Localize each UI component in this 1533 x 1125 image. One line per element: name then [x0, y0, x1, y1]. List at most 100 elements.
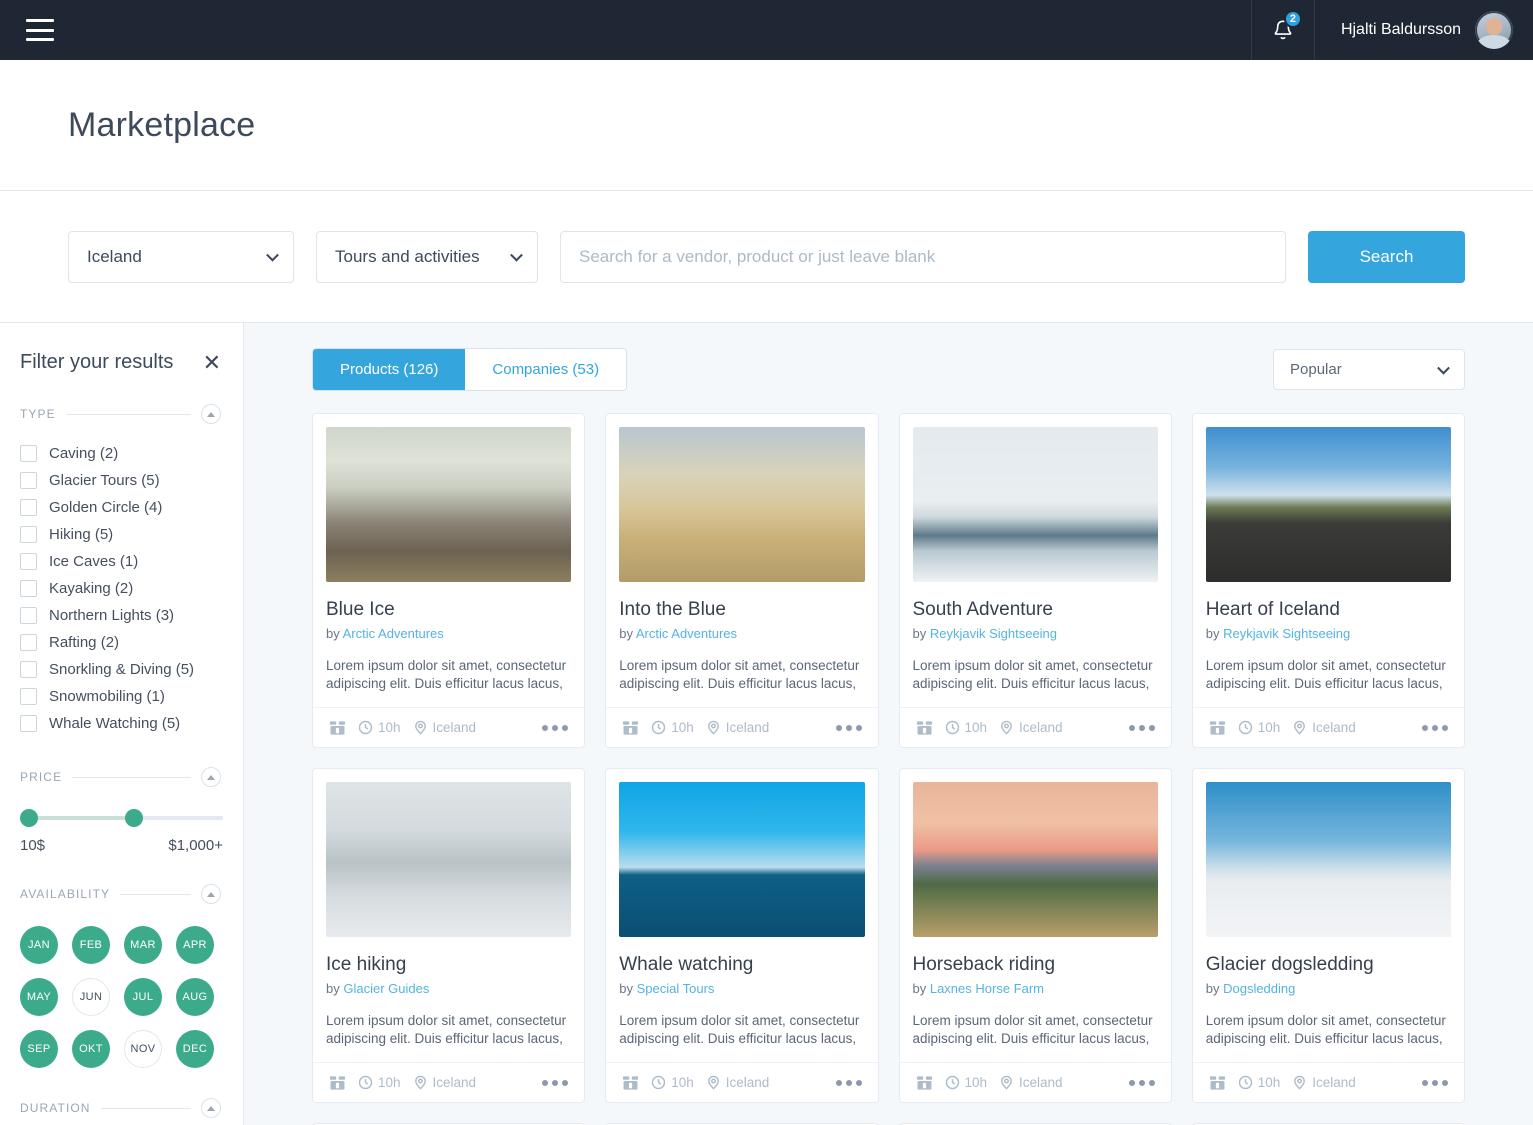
chevron-up-icon: [207, 411, 215, 417]
price-slider-min-handle[interactable]: [20, 809, 38, 827]
more-options-icon[interactable]: [1422, 1079, 1448, 1086]
product-title: Horseback riding: [912, 954, 1056, 975]
checkbox[interactable]: [20, 499, 37, 516]
product-card[interactable]: Glacier dogsledding by Dogsledding Lorem i…: [1191, 768, 1465, 1103]
product-vendor-line: by Arctic Adventures: [619, 626, 864, 641]
month-toggle-nov[interactable]: NOV: [124, 1030, 162, 1068]
month-label: NOV: [130, 1043, 156, 1055]
close-icon[interactable]: ✕: [203, 351, 221, 374]
filter-sidebar: Filter your results ✕ TYPE Caving (2) Gla…: [0, 323, 244, 1125]
product-card[interactable]: Heart of Iceland by Reykjavik Sightseeing…: [1191, 413, 1465, 748]
type-filter-option[interactable]: Rafting (2): [20, 629, 223, 656]
divider: [100, 1107, 191, 1109]
product-description: Lorem ipsum dolor sit amet, consectetur …: [619, 658, 860, 692]
type-filter-option[interactable]: Caving (2): [20, 440, 223, 467]
type-filter-option[interactable]: Snorkling & Diving (5): [20, 656, 223, 683]
type-filter-option[interactable]: Glacier Tours (5): [20, 467, 223, 494]
product-title: Ice hiking: [326, 954, 407, 975]
month-toggle-aug[interactable]: AUG: [176, 978, 214, 1016]
product-vendor-line: by Arctic Adventures: [326, 626, 571, 641]
checkbox[interactable]: [20, 553, 37, 570]
type-filter-option[interactable]: Snowmobiling (1): [20, 683, 223, 710]
product-card[interactable]: Blue Ice by Arctic Adventures Lorem ipsum …: [312, 413, 586, 748]
month-toggle-okt[interactable]: OKT: [72, 1030, 110, 1068]
checkbox[interactable]: [20, 445, 37, 462]
more-options-icon[interactable]: [1128, 1079, 1155, 1086]
location-label: Iceland: [1312, 720, 1356, 735]
checkbox[interactable]: [20, 526, 37, 543]
sort-select[interactable]: Popular: [1273, 349, 1465, 390]
more-options-icon[interactable]: [835, 724, 862, 731]
collapse-type-button[interactable]: [201, 404, 221, 424]
checkbox[interactable]: [20, 715, 37, 732]
collapse-duration-button[interactable]: [201, 1098, 221, 1118]
checkbox[interactable]: [20, 661, 37, 678]
product-card[interactable]: Whale watching by Special Tours Lorem ipsu…: [605, 768, 879, 1103]
month-toggle-jul[interactable]: JUL: [124, 978, 162, 1016]
page-title: Marketplace: [68, 105, 256, 144]
type-filter-option[interactable]: Golden Circle (4): [20, 494, 223, 521]
more-options-icon[interactable]: [542, 1079, 569, 1086]
vendor-link[interactable]: Reykjavik Sightseeing: [1223, 626, 1350, 641]
collapse-availability-button[interactable]: [201, 884, 221, 904]
topbar-right-group: 2 Hjalti Baldursson: [1250, 0, 1533, 60]
product-card[interactable]: Into the Blue by Arctic Adventures Lorem i…: [605, 413, 879, 748]
month-label: JUN: [79, 991, 103, 1003]
notifications-button[interactable]: 2: [1250, 0, 1315, 60]
vendor-link[interactable]: Laxnes Horse Farm: [930, 981, 1044, 996]
tab-companies[interactable]: Companies (53): [465, 349, 627, 390]
month-toggle-sep[interactable]: SEP: [20, 1030, 58, 1068]
location-label: Iceland: [432, 720, 477, 735]
checkbox[interactable]: [20, 634, 37, 651]
month-toggle-jan[interactable]: JAN: [20, 926, 58, 964]
type-filter-option[interactable]: Kayaking (2): [20, 575, 223, 602]
type-filter-option[interactable]: Ice Caves (1): [20, 548, 223, 575]
tab-products[interactable]: Products (126): [313, 349, 466, 390]
duration-label: 10h: [378, 1075, 401, 1090]
more-options-icon[interactable]: [1128, 724, 1155, 731]
search-button[interactable]: Search: [1308, 230, 1465, 283]
checkbox[interactable]: [20, 607, 37, 624]
notification-count-badge: 2: [1283, 10, 1302, 28]
month-toggle-may[interactable]: MAY: [20, 978, 58, 1016]
collapse-price-button[interactable]: [201, 767, 221, 787]
product-card[interactable]: Ice hiking by Glacier Guides Lorem ipsum d…: [312, 768, 586, 1103]
vendor-link[interactable]: Special Tours: [637, 981, 715, 996]
more-options-icon[interactable]: [835, 1079, 862, 1086]
month-toggle-apr[interactable]: APR: [176, 926, 214, 964]
month-toggle-jun[interactable]: JUN: [72, 978, 110, 1016]
month-toggle-feb[interactable]: FEB: [72, 926, 110, 964]
vendor-link[interactable]: Arctic Adventures: [636, 626, 737, 641]
search-input[interactable]: [560, 230, 1286, 283]
product-card[interactable]: Horseback riding by Laxnes Horse Farm Lore…: [898, 768, 1172, 1103]
checkbox[interactable]: [20, 688, 37, 705]
month-toggle-dec[interactable]: DEC: [176, 1030, 214, 1068]
type-filter-option[interactable]: Whale Watching (5): [20, 710, 223, 737]
checkbox[interactable]: [20, 472, 37, 489]
vendor-link[interactable]: Glacier Guides: [343, 981, 429, 996]
price-range-slider[interactable]: [20, 809, 223, 827]
product-card[interactable]: South Adventure by Reykjavik Sightseeing L…: [898, 413, 1172, 748]
hamburger-bar: [26, 38, 54, 41]
hamburger-menu-icon[interactable]: [26, 19, 54, 41]
product-card-footer: 10h Iceland: [1192, 1062, 1464, 1102]
more-options-icon[interactable]: [1422, 724, 1448, 731]
chevron-up-icon: [207, 891, 215, 897]
vendor-link[interactable]: Dogsledding: [1223, 981, 1295, 996]
category-select[interactable]: Tours and activities: [316, 230, 538, 283]
vendor-link[interactable]: Arctic Adventures: [343, 626, 444, 641]
checkbox[interactable]: [20, 580, 37, 597]
month-label: OKT: [79, 1043, 103, 1055]
type-filter-option[interactable]: Northern Lights (3): [20, 602, 223, 629]
type-filter-option[interactable]: Hiking (5): [20, 521, 223, 548]
price-slider-max-handle[interactable]: [125, 809, 143, 827]
more-options-icon[interactable]: [542, 724, 569, 731]
location-label: Iceland: [725, 720, 770, 735]
product-card-footer: 10h Iceland: [606, 1062, 878, 1102]
location-select[interactable]: Iceland: [68, 230, 294, 283]
product-image: [326, 427, 572, 582]
user-menu[interactable]: Hjalti Baldursson: [1315, 0, 1533, 60]
month-label: JUL: [132, 991, 154, 1003]
vendor-link[interactable]: Reykjavik Sightseeing: [930, 626, 1057, 641]
month-toggle-mar[interactable]: MAR: [124, 926, 162, 964]
